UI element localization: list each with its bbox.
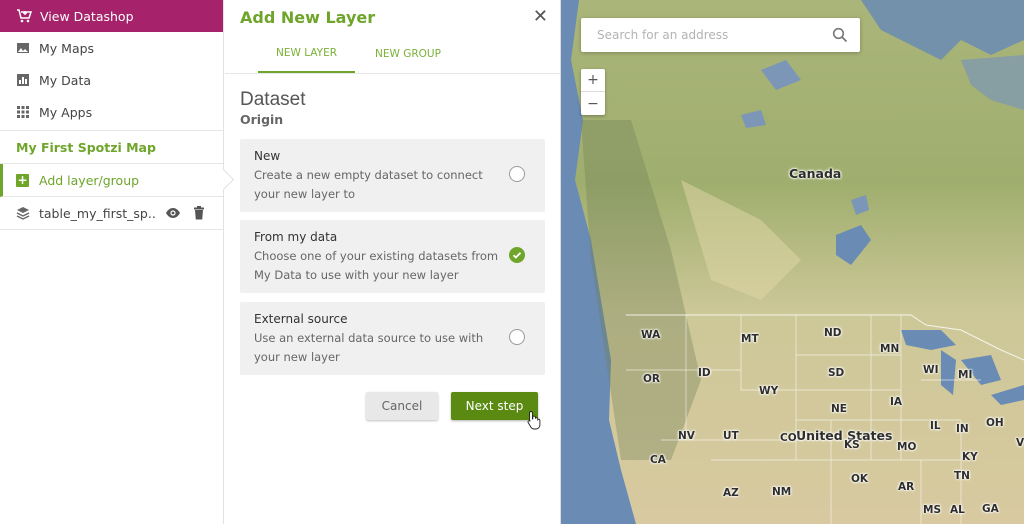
option-description: Create a new empty dataset to connect yo… [254, 168, 483, 201]
map-label-canada: Canada [789, 166, 842, 181]
radio-external-source[interactable] [509, 329, 525, 345]
layer-name: table_my_first_sp... [39, 205, 155, 221]
map-label: MI [958, 369, 973, 381]
section-title: Dataset [240, 89, 306, 110]
close-icon[interactable]: ✕ [533, 8, 548, 26]
option-new[interactable]: New Create a new empty dataset to connec… [240, 139, 545, 212]
radio-new[interactable] [509, 166, 525, 182]
map-label: CO [780, 432, 797, 444]
map-label: WA [641, 329, 661, 341]
main-nav: My Maps My Data My Apps [0, 32, 223, 131]
zoom-control: + − [581, 69, 605, 115]
map-label: NE [831, 403, 847, 415]
map-label: MS [923, 504, 942, 516]
grid-icon [16, 105, 30, 119]
option-title: New [254, 149, 281, 163]
option-title: External source [254, 312, 348, 326]
map-label: V [1016, 437, 1024, 449]
search-placeholder: Search for an address [597, 28, 729, 42]
panel-header: Add New Layer ✕ [225, 0, 560, 34]
nav-item-my-data[interactable]: My Data [0, 64, 223, 96]
map-label: OR [643, 373, 661, 385]
map-label: WY [759, 385, 779, 397]
map-label: MO [897, 441, 917, 453]
map-label: WI [923, 364, 939, 376]
add-new-layer-panel: Add New Layer ✕ NEW LAYER NEW GROUP Data… [225, 0, 561, 524]
map-label: MT [741, 333, 759, 345]
add-layer-group-button[interactable]: + Add layer/group [0, 164, 235, 197]
option-description: Use an external data source to use with … [254, 331, 484, 364]
sidebar: View Datashop My Maps My Data My Apps My… [0, 0, 235, 524]
layer-item[interactable]: table_my_first_sp... [0, 197, 223, 230]
view-datashop-label: View Datashop [40, 8, 134, 24]
trash-icon[interactable] [191, 205, 207, 221]
bar-chart-icon [16, 73, 30, 87]
view-datashop-button[interactable]: View Datashop [0, 0, 223, 32]
map-label: ID [698, 367, 711, 379]
map-label: KY [962, 451, 978, 463]
map-label: ND [824, 327, 842, 339]
map-label: KS [844, 439, 860, 451]
tab-new-group[interactable]: NEW GROUP [355, 34, 461, 73]
plus-square-icon: + [16, 173, 29, 187]
option-title: From my data [254, 230, 338, 244]
map-label: OH [986, 417, 1004, 429]
section-subtitle: Origin [240, 112, 284, 127]
map-label: CA [650, 454, 666, 466]
zoom-out-button[interactable]: − [581, 92, 605, 115]
map-label: GA [982, 503, 999, 515]
map-label: IN [956, 423, 969, 435]
map-label: SD [828, 367, 845, 379]
map-label: AZ [723, 487, 739, 499]
map-label: IL [930, 420, 941, 432]
search-icon[interactable] [832, 27, 848, 43]
zoom-in-button[interactable]: + [581, 69, 605, 92]
nav-item-my-apps[interactable]: My Apps [0, 96, 223, 128]
cart-icon [16, 8, 32, 24]
map-background [561, 0, 1024, 524]
map-label: TN [954, 470, 970, 482]
map-label: NM [772, 486, 792, 498]
option-description: Choose one of your existing datasets fro… [254, 249, 499, 282]
nav-item-label: My Maps [39, 40, 95, 56]
option-from-my-data[interactable]: From my data Choose one of your existing… [240, 220, 545, 293]
next-step-button[interactable]: Next step [451, 392, 538, 420]
map-label: AL [950, 504, 965, 516]
image-icon [16, 41, 30, 55]
map-label: OK [851, 473, 869, 485]
tab-new-layer[interactable]: NEW LAYER [258, 34, 355, 73]
checkmark-icon[interactable] [509, 247, 525, 263]
address-search-input[interactable]: Search for an address [581, 18, 860, 52]
layers-icon [16, 206, 30, 220]
add-layer-label: Add layer/group [39, 172, 140, 188]
panel-tabs: NEW LAYER NEW GROUP [225, 34, 560, 74]
map-title[interactable]: My First Spotzi Map [0, 131, 223, 164]
option-external-source[interactable]: External source Use an external data sou… [240, 302, 545, 375]
map-view[interactable]: Search for an address + − Canada United … [561, 0, 1024, 524]
panel-title: Add New Layer [240, 7, 376, 27]
map-label: AR [898, 481, 915, 493]
eye-icon[interactable] [165, 205, 181, 221]
map-label: MN [880, 343, 900, 355]
map-label: NV [678, 430, 695, 442]
nav-item-my-maps[interactable]: My Maps [0, 32, 223, 64]
cancel-button[interactable]: Cancel [366, 392, 438, 420]
nav-item-label: My Data [39, 72, 92, 88]
map-label: UT [723, 430, 739, 442]
nav-item-label: My Apps [39, 104, 93, 120]
map-label: IA [890, 396, 903, 408]
hand-cursor-icon [527, 411, 541, 430]
